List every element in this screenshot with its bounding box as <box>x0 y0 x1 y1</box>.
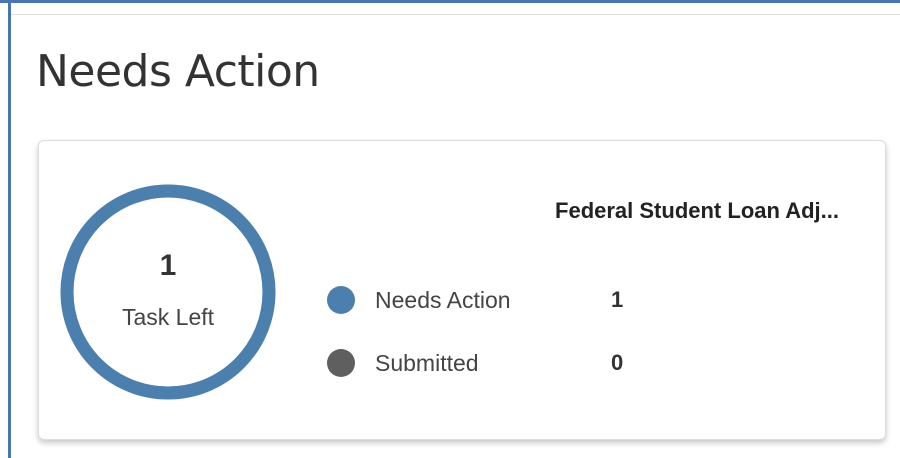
legend-item-needs-action: Needs Action 1 <box>327 283 647 317</box>
needs-action-dot-icon <box>327 286 355 314</box>
submitted-dot-icon <box>327 349 355 377</box>
left-border <box>8 0 11 458</box>
legend-item-submitted: Submitted 0 <box>327 346 647 380</box>
top-divider <box>10 14 900 15</box>
progress-ring-arc <box>60 184 276 400</box>
legend-label: Submitted <box>375 350 479 376</box>
legend-value: 1 <box>611 287 624 312</box>
legend-value: 0 <box>611 350 624 375</box>
tasks-left-count: 1 <box>159 249 177 282</box>
progress-ring <box>60 184 276 400</box>
top-border <box>0 0 900 3</box>
tasks-left-label: Task Left <box>121 304 215 330</box>
page-frame: Needs Action 1 Task Left Federal Student… <box>0 0 900 458</box>
card-title[interactable]: Federal Student Loan Adj... <box>439 197 839 225</box>
page-title: Needs Action <box>36 46 320 97</box>
task-summary-card[interactable]: 1 Task Left Federal Student Loan Adj... … <box>38 140 886 440</box>
legend-label: Needs Action <box>375 287 511 313</box>
